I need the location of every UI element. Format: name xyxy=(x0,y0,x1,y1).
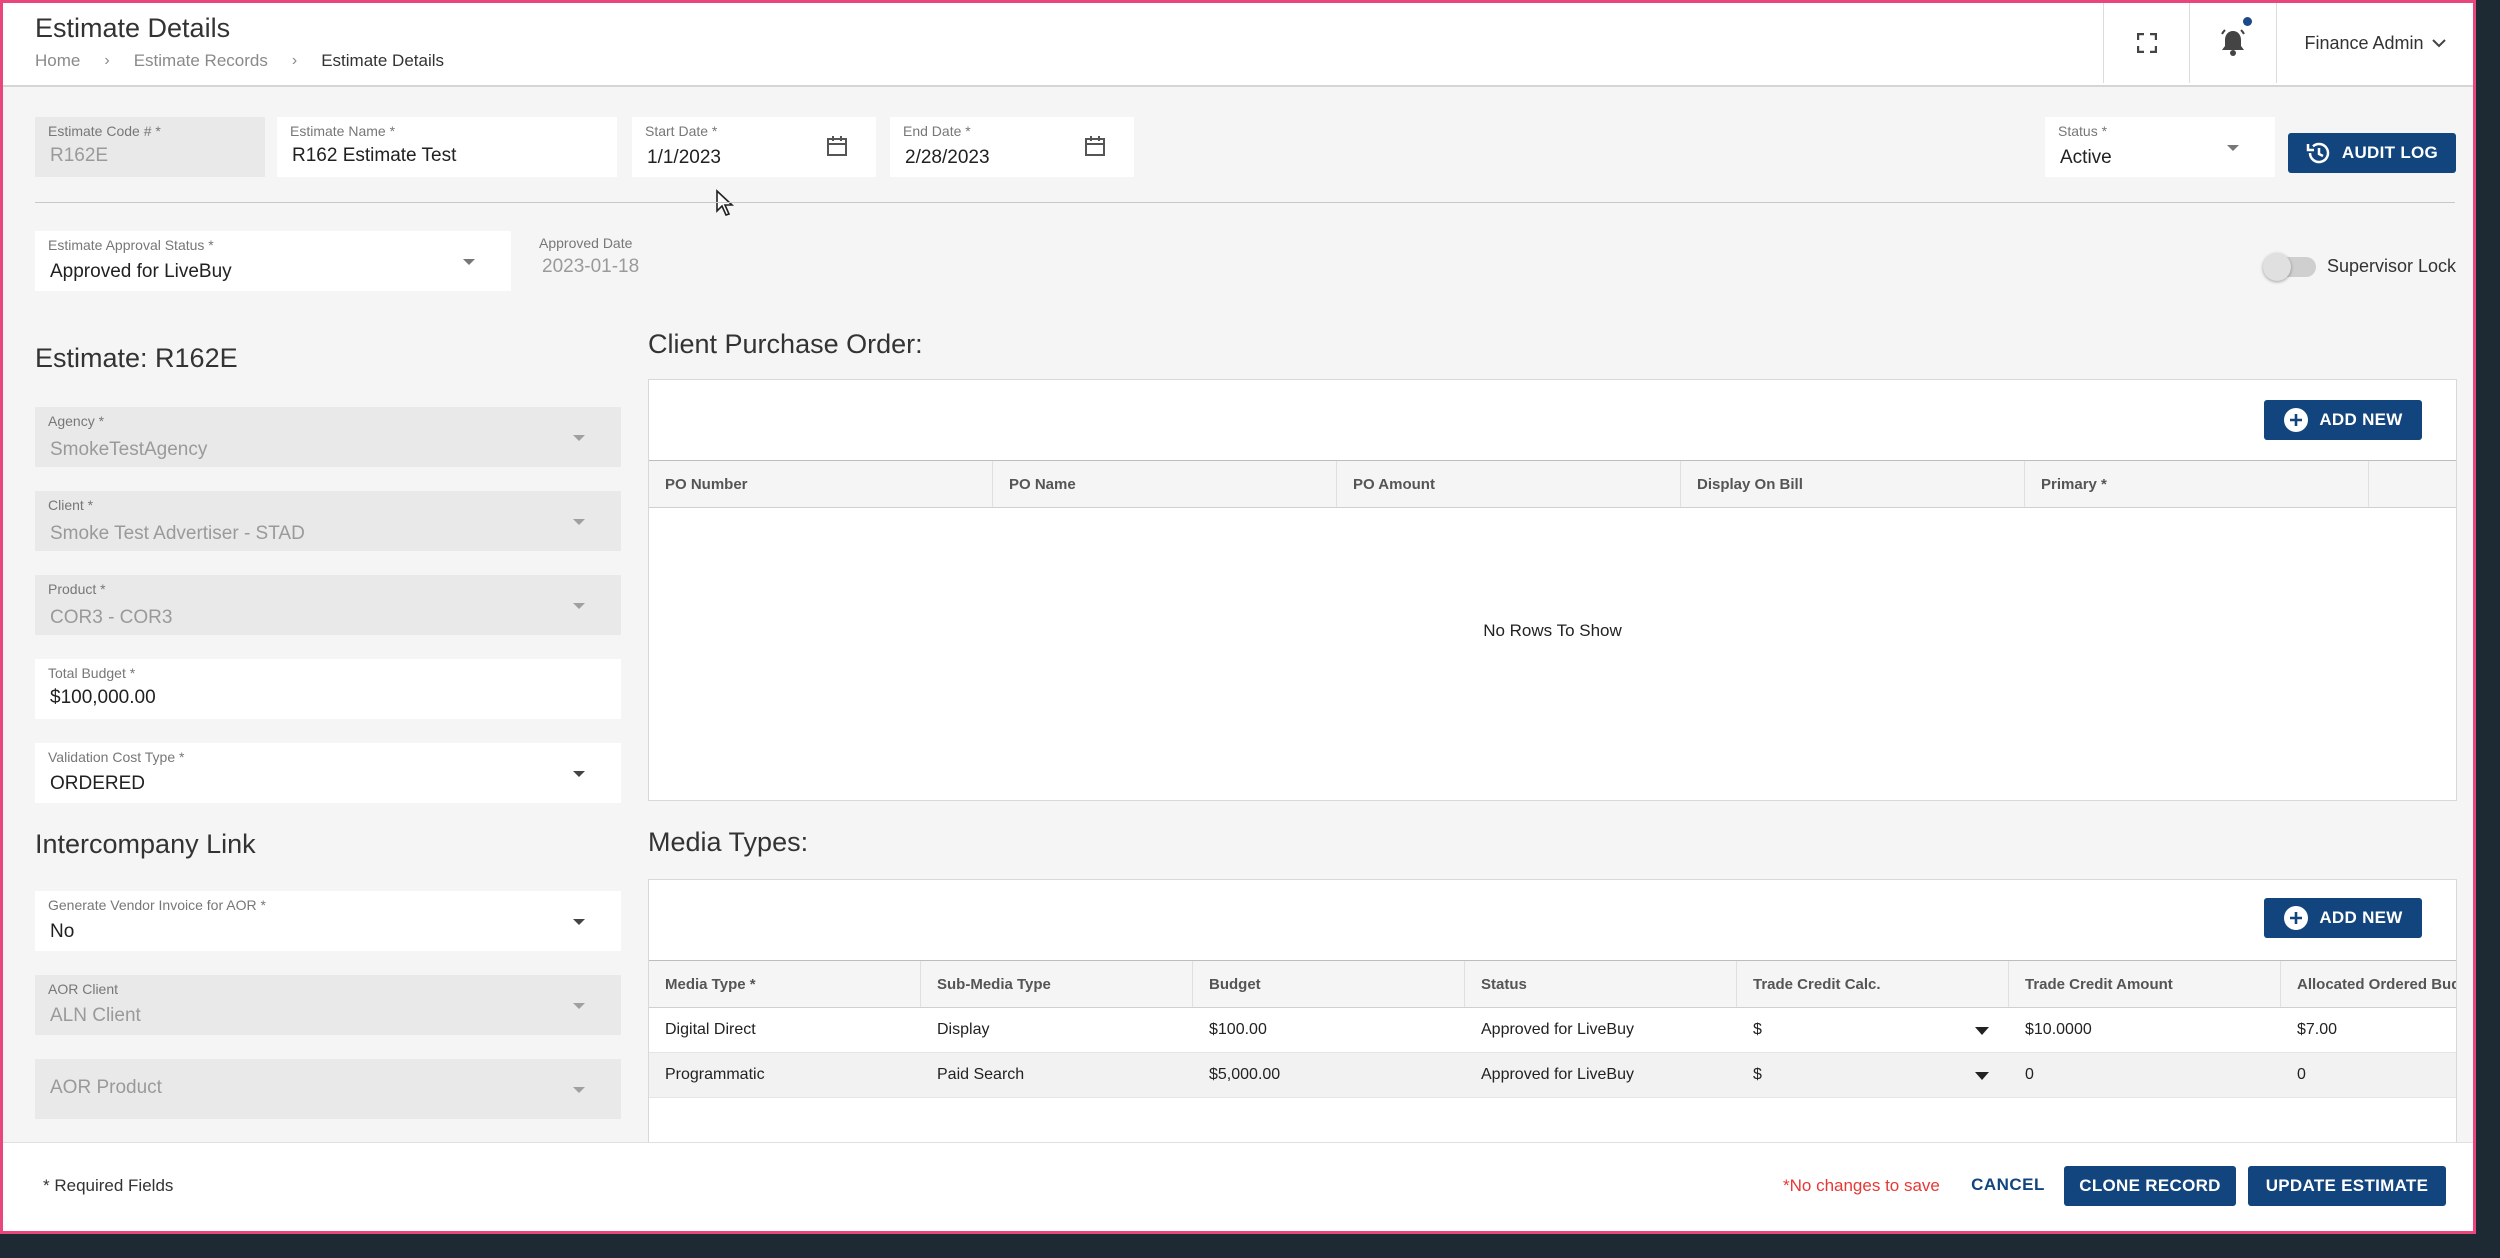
page-title: Estimate Details xyxy=(35,13,231,43)
plus-circle-icon xyxy=(2284,906,2309,930)
client-po-section-title: Client Purchase Order: xyxy=(648,329,923,359)
supervisor-lock-toggle-knob[interactable] xyxy=(2263,253,2291,281)
chevron-down-icon xyxy=(573,771,585,777)
app-window: Estimate Details Home › Estimate Records… xyxy=(0,0,2476,1234)
product-select: Product * COR3 - COR3 xyxy=(35,575,621,635)
generate-vendor-invoice-select[interactable]: Generate Vendor Invoice for AOR * No xyxy=(35,891,621,951)
end-date-field[interactable]: End Date * 2/28/2023 xyxy=(890,117,1134,177)
table-row[interactable]: Programmatic Paid Search $5,000.00 Appro… xyxy=(649,1053,2456,1098)
chevron-down-icon xyxy=(573,1087,585,1093)
trade-credit-calc-select[interactable]: $ xyxy=(1737,1066,2009,1084)
total-budget-input[interactable]: Total Budget * $100,000.00 xyxy=(35,659,621,719)
chevron-down-icon xyxy=(573,1003,585,1009)
column-header[interactable]: Trade Credit Amount xyxy=(2009,961,2281,1007)
column-header[interactable]: Display On Bill xyxy=(1681,461,2025,507)
approval-status-select[interactable]: Estimate Approval Status * Approved for … xyxy=(35,231,511,291)
validation-cost-type-select[interactable]: Validation Cost Type * ORDERED xyxy=(35,743,621,803)
client-po-grid-header: PO Number PO Name PO Amount Display On B… xyxy=(649,461,2456,508)
estimate-section-title: Estimate: R162E xyxy=(35,343,238,373)
breadcrumb-home[interactable]: Home xyxy=(35,51,80,71)
chevron-down-icon xyxy=(573,919,585,925)
media-types-grid: Media Type * Sub-Media Type Budget Statu… xyxy=(649,960,2456,1149)
divider xyxy=(35,202,2455,203)
client-select: Client * Smoke Test Advertiser - STAD xyxy=(35,491,621,551)
aor-product-select: AOR Product xyxy=(35,1059,621,1119)
estimate-code-field: Estimate Code # * R162E xyxy=(35,117,265,177)
approved-date-value: 2023-01-18 xyxy=(542,256,640,277)
notification-badge xyxy=(2243,17,2252,26)
empty-grid-message: No Rows To Show xyxy=(1483,621,1622,640)
caret-down-icon xyxy=(1975,1072,1989,1080)
chevron-down-icon xyxy=(573,435,585,441)
required-fields-note: * Required Fields xyxy=(43,1176,174,1195)
client-po-grid: PO Number PO Name PO Amount Display On B… xyxy=(649,460,2456,800)
column-header[interactable]: PO Amount xyxy=(1337,461,1681,507)
breadcrumb-estimate-records[interactable]: Estimate Records xyxy=(134,51,268,71)
media-types-section-title: Media Types: xyxy=(648,827,809,857)
caret-down-icon xyxy=(1975,1027,1989,1035)
clone-record-button[interactable]: CLONE RECORD xyxy=(2064,1166,2236,1206)
column-header[interactable]: Budget xyxy=(1193,961,1465,1007)
estimate-name-field[interactable]: Estimate Name * R162 Estimate Test xyxy=(277,117,617,177)
chevron-down-icon xyxy=(463,259,475,265)
chevron-right-icon: › xyxy=(104,52,110,69)
bell-icon xyxy=(2221,29,2245,56)
fullscreen-button[interactable] xyxy=(2103,3,2190,83)
user-menu[interactable]: Finance Admin xyxy=(2276,3,2473,83)
update-estimate-button[interactable]: UPDATE ESTIMATE xyxy=(2248,1166,2446,1206)
breadcrumb: Home › Estimate Records › Estimate Detai… xyxy=(35,51,444,71)
intercompany-section-title: Intercompany Link xyxy=(35,829,256,859)
supervisor-lock-label: Supervisor Lock xyxy=(2327,256,2457,276)
user-name: Finance Admin xyxy=(2304,32,2424,53)
agency-select: Agency * SmokeTestAgency xyxy=(35,407,621,467)
client-po-panel: ADD NEW PO Number PO Name PO Amount Disp… xyxy=(648,379,2457,801)
history-icon xyxy=(2306,142,2330,164)
aor-client-select: AOR Client ALN Client xyxy=(35,975,621,1035)
client-po-add-new-button[interactable]: ADD NEW xyxy=(2264,400,2422,440)
media-types-panel: ADD NEW Media Type * Sub-Media Type Budg… xyxy=(648,879,2457,1149)
chevron-right-icon: › xyxy=(291,52,298,69)
media-types-grid-header: Media Type * Sub-Media Type Budget Statu… xyxy=(649,961,2456,1008)
column-header[interactable]: Primary * xyxy=(2025,461,2369,507)
column-header[interactable]: Trade Credit Calc. xyxy=(1737,961,2009,1007)
column-header[interactable]: PO Name xyxy=(993,461,1337,507)
chevron-down-icon xyxy=(2431,39,2446,48)
approved-date-label: Approved Date xyxy=(539,235,633,251)
calendar-icon[interactable] xyxy=(1084,135,1106,157)
footer-bar: * Required Fields *No changes to save CA… xyxy=(3,1142,2473,1231)
start-date-field[interactable]: Start Date * 1/1/2023 xyxy=(632,117,876,177)
chevron-down-icon xyxy=(573,603,585,609)
audit-log-button[interactable]: AUDIT LOG xyxy=(2288,133,2456,173)
table-row[interactable]: Digital Direct Display $100.00 Approved … xyxy=(649,1008,2456,1053)
column-header[interactable]: Sub-Media Type xyxy=(921,961,1193,1007)
column-header[interactable]: Allocated Ordered Budg xyxy=(2281,961,2456,1007)
cancel-button[interactable]: CANCEL xyxy=(1963,1165,2053,1205)
chevron-down-icon xyxy=(573,519,585,525)
notifications-button[interactable] xyxy=(2189,3,2276,83)
no-changes-message: *No changes to save xyxy=(1783,1176,1940,1195)
top-header: Estimate Details Home › Estimate Records… xyxy=(3,3,2473,87)
plus-circle-icon xyxy=(2284,408,2309,432)
calendar-icon[interactable] xyxy=(826,135,848,157)
column-header[interactable]: PO Number xyxy=(649,461,993,507)
fullscreen-icon xyxy=(2137,33,2157,53)
column-header[interactable]: Media Type * xyxy=(649,961,921,1007)
trade-credit-calc-select[interactable]: $ xyxy=(1737,1021,2009,1039)
column-header[interactable]: Status xyxy=(1465,961,1737,1007)
status-select[interactable]: Status * Active xyxy=(2045,117,2275,177)
mouse-cursor-icon xyxy=(716,189,735,216)
media-types-add-new-button[interactable]: ADD NEW xyxy=(2264,898,2422,938)
chevron-down-icon xyxy=(2227,145,2239,151)
breadcrumb-current: Estimate Details xyxy=(321,51,445,70)
